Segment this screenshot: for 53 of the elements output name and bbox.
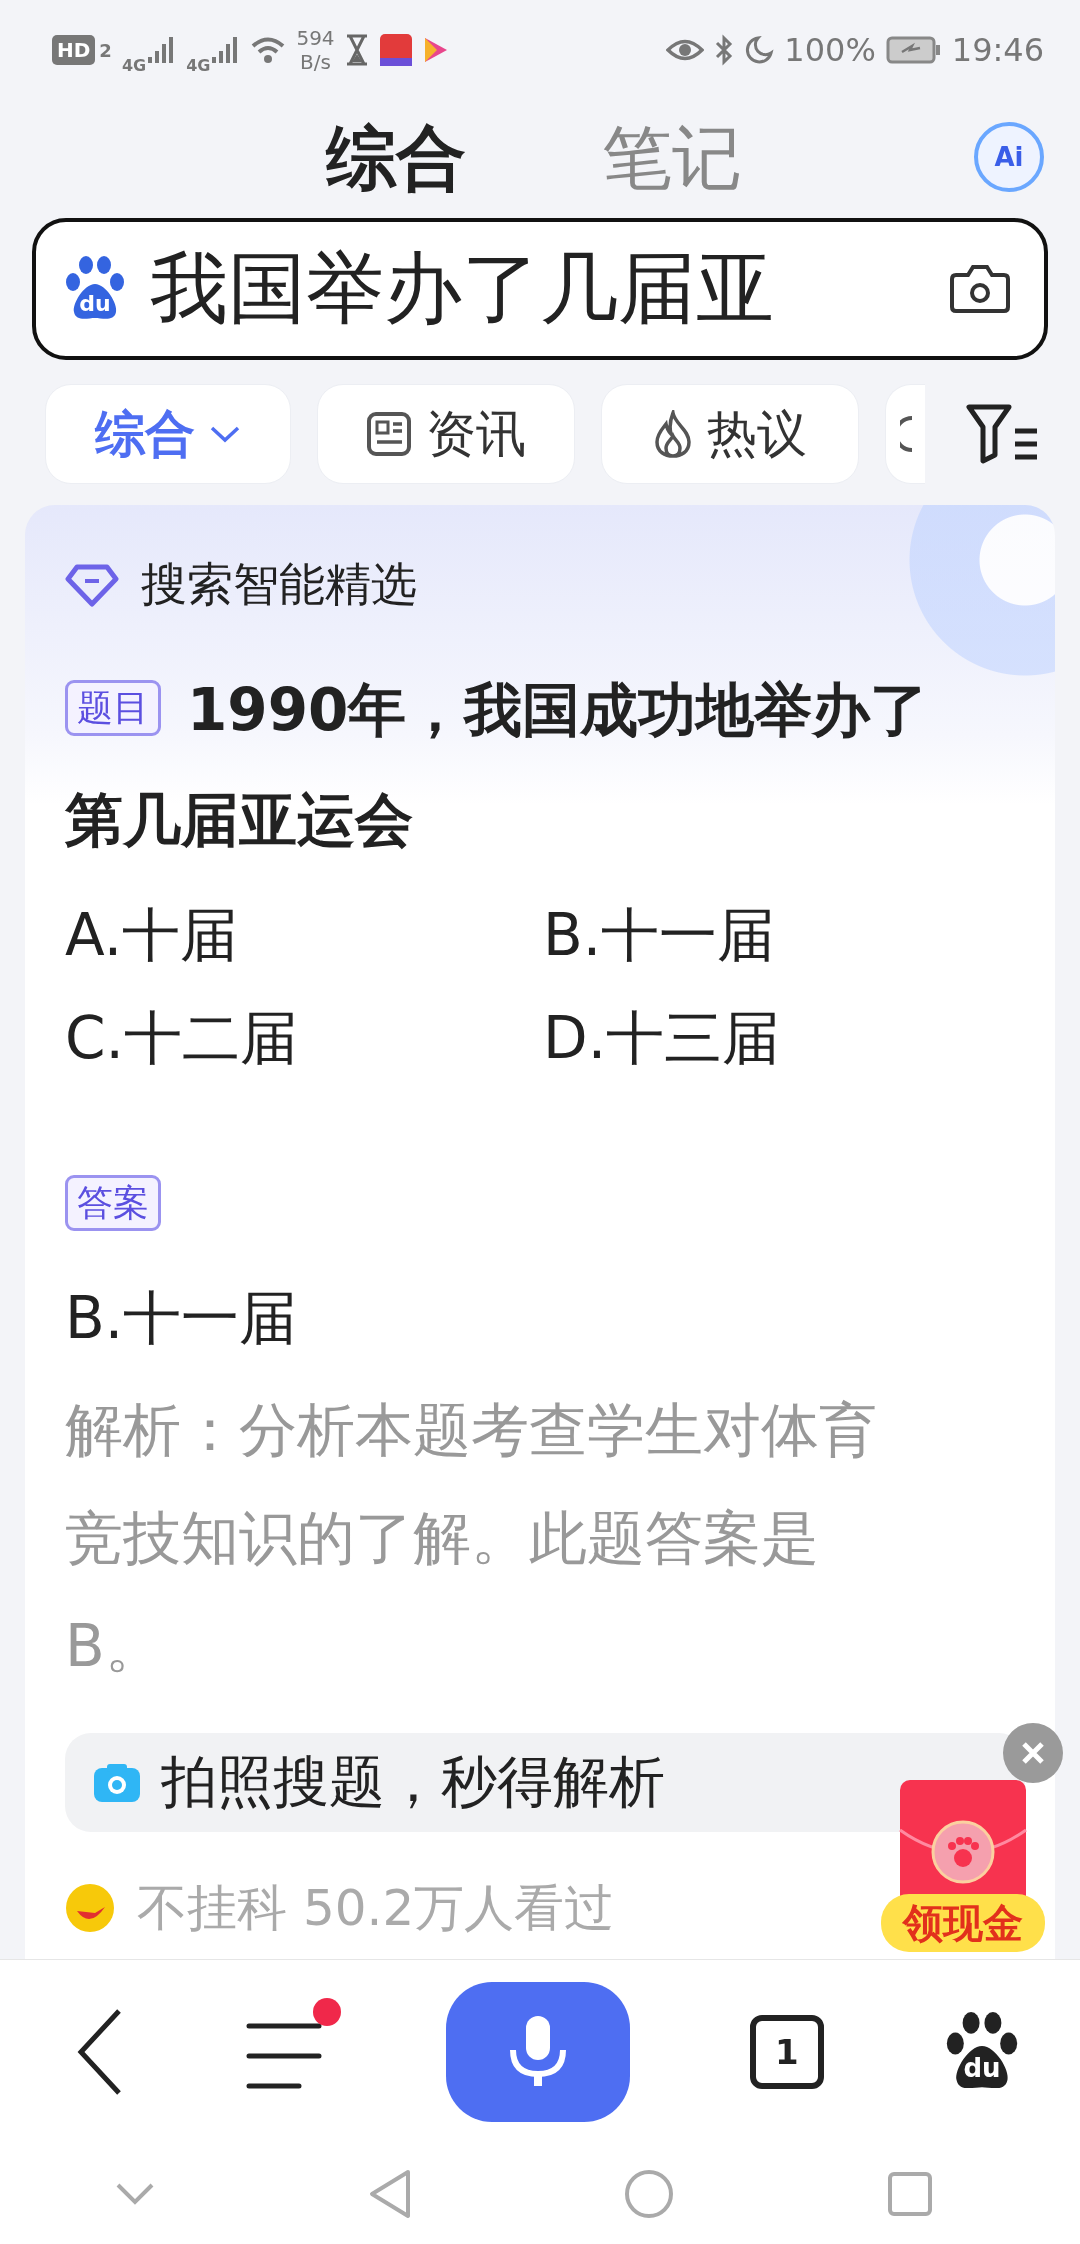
filter-chip[interactable] (885, 384, 925, 484)
network-type: 4G (186, 55, 211, 75)
baidu-logo[interactable]: du (944, 2012, 1020, 2092)
chevron-down-icon (209, 424, 241, 444)
ai-assistant-button[interactable]: Ai (974, 122, 1044, 192)
diamond-icon (65, 563, 119, 607)
answer-option: A.十届 (65, 884, 543, 987)
question-text: 第几届亚运会 (65, 786, 413, 854)
wifi-icon (250, 35, 287, 65)
moon-icon (744, 35, 775, 65)
source-avatar (65, 1883, 115, 1933)
app-icon (378, 33, 413, 67)
top-tab[interactable]: 综合 (326, 112, 466, 206)
network-speed: 594 (296, 26, 335, 50)
flame-icon (653, 410, 693, 458)
filter-chip[interactable]: 资讯 (317, 384, 575, 484)
answer-text: B.十一届 (65, 1283, 299, 1354)
chip-icon (900, 414, 914, 454)
hd-label: HD (52, 35, 96, 65)
network-type: 4G (121, 55, 147, 75)
view-count: 不挂科 50.2万人看过 (137, 1877, 615, 1939)
clock: 19:46 (951, 31, 1044, 69)
filter-chip[interactable]: 综合 (45, 384, 291, 484)
filter-chip[interactable]: 热议 (601, 384, 859, 484)
answer-tag: 答案 (65, 1175, 161, 1231)
battery-icon (885, 36, 942, 64)
explanation-text: 竞技知识的了解。此题答案是 (65, 1503, 820, 1574)
tab-count-button[interactable]: 1 (749, 2015, 824, 2089)
answer-option: D.十三届 (543, 987, 1021, 1090)
sim-label: 2 (99, 39, 112, 61)
camera-icon[interactable] (950, 263, 1010, 315)
voice-search-button[interactable] (445, 1982, 630, 2122)
question-text: 1990年，我国成功地举办了 (187, 676, 929, 744)
recents-icon[interactable] (886, 2171, 933, 2217)
answer-option: B.十一届 (543, 884, 1021, 987)
hide-keyboard-icon[interactable] (115, 2182, 155, 2206)
hourglass-icon (344, 34, 369, 66)
photo-search-bar[interactable]: 拍照搜题，秒得解析 (65, 1733, 1025, 1832)
answer-option: C.十二届 (65, 987, 543, 1090)
camera-icon (93, 1762, 141, 1803)
explanation-text: B。 (65, 1611, 164, 1682)
news-icon (366, 411, 412, 457)
explanation-text: 解析：分析本题考查学生对体育 (65, 1395, 878, 1466)
eye-icon (666, 37, 705, 63)
baidu-logo: du (64, 256, 126, 322)
speed-unit: B/s (300, 50, 331, 74)
bluetooth-icon (714, 34, 735, 66)
search-field[interactable]: du 我国举办了几届亚 (32, 218, 1048, 360)
battery-percent: 100% (784, 31, 876, 69)
home-icon[interactable] (624, 2169, 675, 2219)
question-tag: 题目 (65, 680, 161, 736)
card-title: 搜索智能精选 (141, 556, 417, 613)
play-icon (422, 36, 449, 64)
